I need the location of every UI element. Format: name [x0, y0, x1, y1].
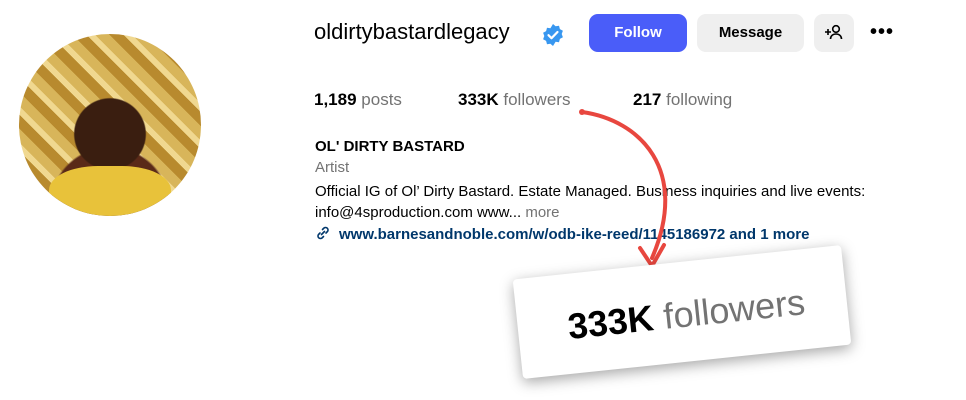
- follow-button[interactable]: Follow: [589, 14, 687, 52]
- zoomed-followers-callout: 333K followers: [512, 245, 852, 379]
- profile-bio: Official IG of Ol’ Dirty Bastard. Estate…: [315, 181, 945, 223]
- profile-full-name: OL' DIRTY BASTARD: [315, 138, 465, 155]
- link-chain-icon: [317, 226, 329, 240]
- avatar-shirt: [49, 166, 171, 216]
- more-options-icon[interactable]: •••: [870, 22, 898, 42]
- posts-label: posts: [361, 90, 402, 109]
- bio-more-link[interactable]: more: [525, 204, 559, 221]
- stat-followers[interactable]: 333K followers: [458, 90, 570, 110]
- verified-badge-icon: [543, 24, 563, 46]
- following-label: following: [666, 90, 733, 109]
- profile-category: Artist: [315, 159, 350, 176]
- add-person-icon: [825, 24, 843, 40]
- stat-posts[interactable]: 1,189 posts: [314, 90, 402, 110]
- profile-avatar[interactable]: [19, 34, 201, 216]
- followers-count: 333K: [458, 90, 499, 109]
- profile-external-link[interactable]: www.barnesandnoble.com/w/odb-ike-reed/11…: [315, 225, 809, 243]
- posts-count: 1,189: [314, 90, 357, 109]
- bio-text: Official IG of Ol’ Dirty Bastard. Estate…: [315, 183, 866, 221]
- link-text: www.barnesandnoble.com/w/odb-ike-reed/11…: [339, 226, 810, 243]
- following-count: 217: [633, 90, 662, 109]
- profile-username: oldirtybastardlegacy: [314, 19, 510, 44]
- add-user-button[interactable]: [814, 14, 854, 52]
- zoom-followers-count: 333K: [565, 297, 656, 347]
- message-button[interactable]: Message: [697, 14, 804, 52]
- followers-label: followers: [503, 90, 571, 109]
- stat-following[interactable]: 217 following: [633, 90, 732, 110]
- zoom-followers-label: followers: [661, 281, 807, 337]
